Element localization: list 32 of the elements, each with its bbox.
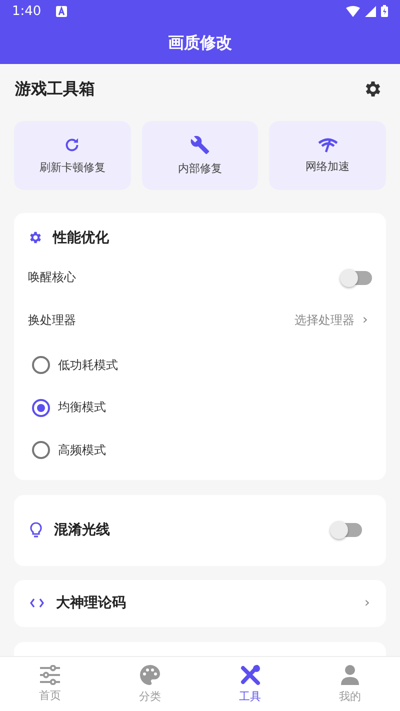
code-list-item[interactable]: 大神理论码 › — [14, 580, 386, 626]
notification-icon — [56, 6, 68, 16]
processor-selector[interactable]: 选择处理器 › — [294, 312, 372, 329]
settings-icon — [28, 230, 43, 245]
tool-button[interactable]: 内部修复 — [142, 121, 258, 190]
tools-icon — [239, 664, 261, 686]
lightbulb-icon — [30, 522, 42, 538]
sliders-icon — [39, 665, 61, 685]
radio-option[interactable]: 低功耗模式 — [28, 344, 118, 386]
setting-label: 混淆光线 — [54, 521, 111, 539]
toggle-switch[interactable] — [332, 523, 362, 537]
settings-icon[interactable] — [363, 79, 383, 99]
tool-button[interactable]: 网络加速 — [269, 121, 386, 190]
nav-tab[interactable]: 工具 — [200, 657, 300, 711]
palette-icon — [139, 664, 161, 686]
battery-icon — [381, 5, 388, 17]
signal-icon — [365, 6, 376, 16]
app-title: 画质修改 — [168, 32, 232, 54]
setting-label: 唤醒核心 — [28, 269, 76, 286]
card-title: 性能优化 — [53, 228, 109, 246]
toggle-switch[interactable] — [342, 270, 372, 284]
tool-button[interactable]: 刷新卡顿修复 — [14, 121, 131, 190]
wrench-icon — [190, 135, 210, 155]
wifi-icon — [318, 137, 338, 153]
person-icon — [340, 664, 360, 686]
wifi-icon — [346, 6, 360, 16]
radio-option[interactable]: 均衡模式 — [28, 386, 106, 429]
code-icon — [30, 598, 44, 608]
section-title: 游戏工具箱 — [15, 78, 95, 100]
status-time: 1:40 — [12, 4, 42, 18]
radio-option[interactable]: 高频模式 — [28, 429, 106, 472]
setting-label: 换处理器 — [28, 312, 76, 329]
